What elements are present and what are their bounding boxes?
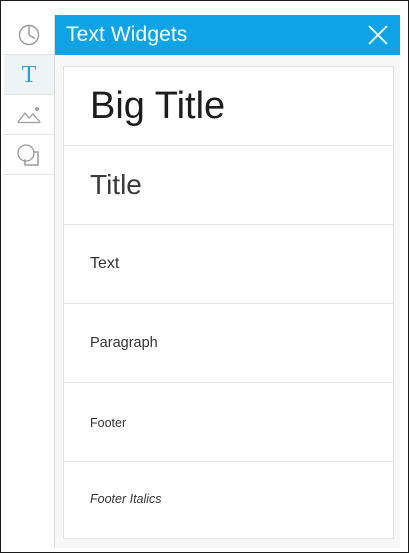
widget-list: Big Title Title Text Paragraph Footer Fo… xyxy=(63,66,394,539)
sidebar-item-charts[interactable] xyxy=(4,15,54,55)
widget-item-footer-italics[interactable]: Footer Italics xyxy=(64,462,393,538)
sidebar-item-images[interactable] xyxy=(4,95,54,135)
sidebar-item-shapes[interactable] xyxy=(4,135,54,175)
image-icon xyxy=(16,104,42,126)
panel-title: Text Widgets xyxy=(66,23,188,46)
close-button[interactable] xyxy=(366,23,390,47)
widget-item-title[interactable]: Title xyxy=(64,146,393,225)
widget-item-footer[interactable]: Footer xyxy=(64,383,393,462)
widget-item-big-title[interactable]: Big Title xyxy=(64,67,393,146)
clock-icon xyxy=(17,23,41,47)
widget-label: Big Title xyxy=(90,85,226,127)
text-icon: T xyxy=(21,61,37,88)
text-widgets-panel: Text Widgets Big Title Title Text Paragr… xyxy=(55,15,400,548)
widget-item-text[interactable]: Text xyxy=(64,225,393,304)
widget-label: Title xyxy=(90,169,142,200)
widget-label: Paragraph xyxy=(90,335,158,351)
sidebar-item-text[interactable]: T xyxy=(4,55,54,95)
shapes-icon xyxy=(16,142,42,168)
widget-label: Footer Italics xyxy=(90,492,162,506)
widget-item-paragraph[interactable]: Paragraph xyxy=(64,304,393,383)
panel-header: Text Widgets xyxy=(55,15,400,55)
widget-label: Footer xyxy=(90,416,127,430)
widget-label: Text xyxy=(90,255,120,272)
widget-category-sidebar: T xyxy=(4,15,55,548)
close-icon xyxy=(366,25,390,51)
